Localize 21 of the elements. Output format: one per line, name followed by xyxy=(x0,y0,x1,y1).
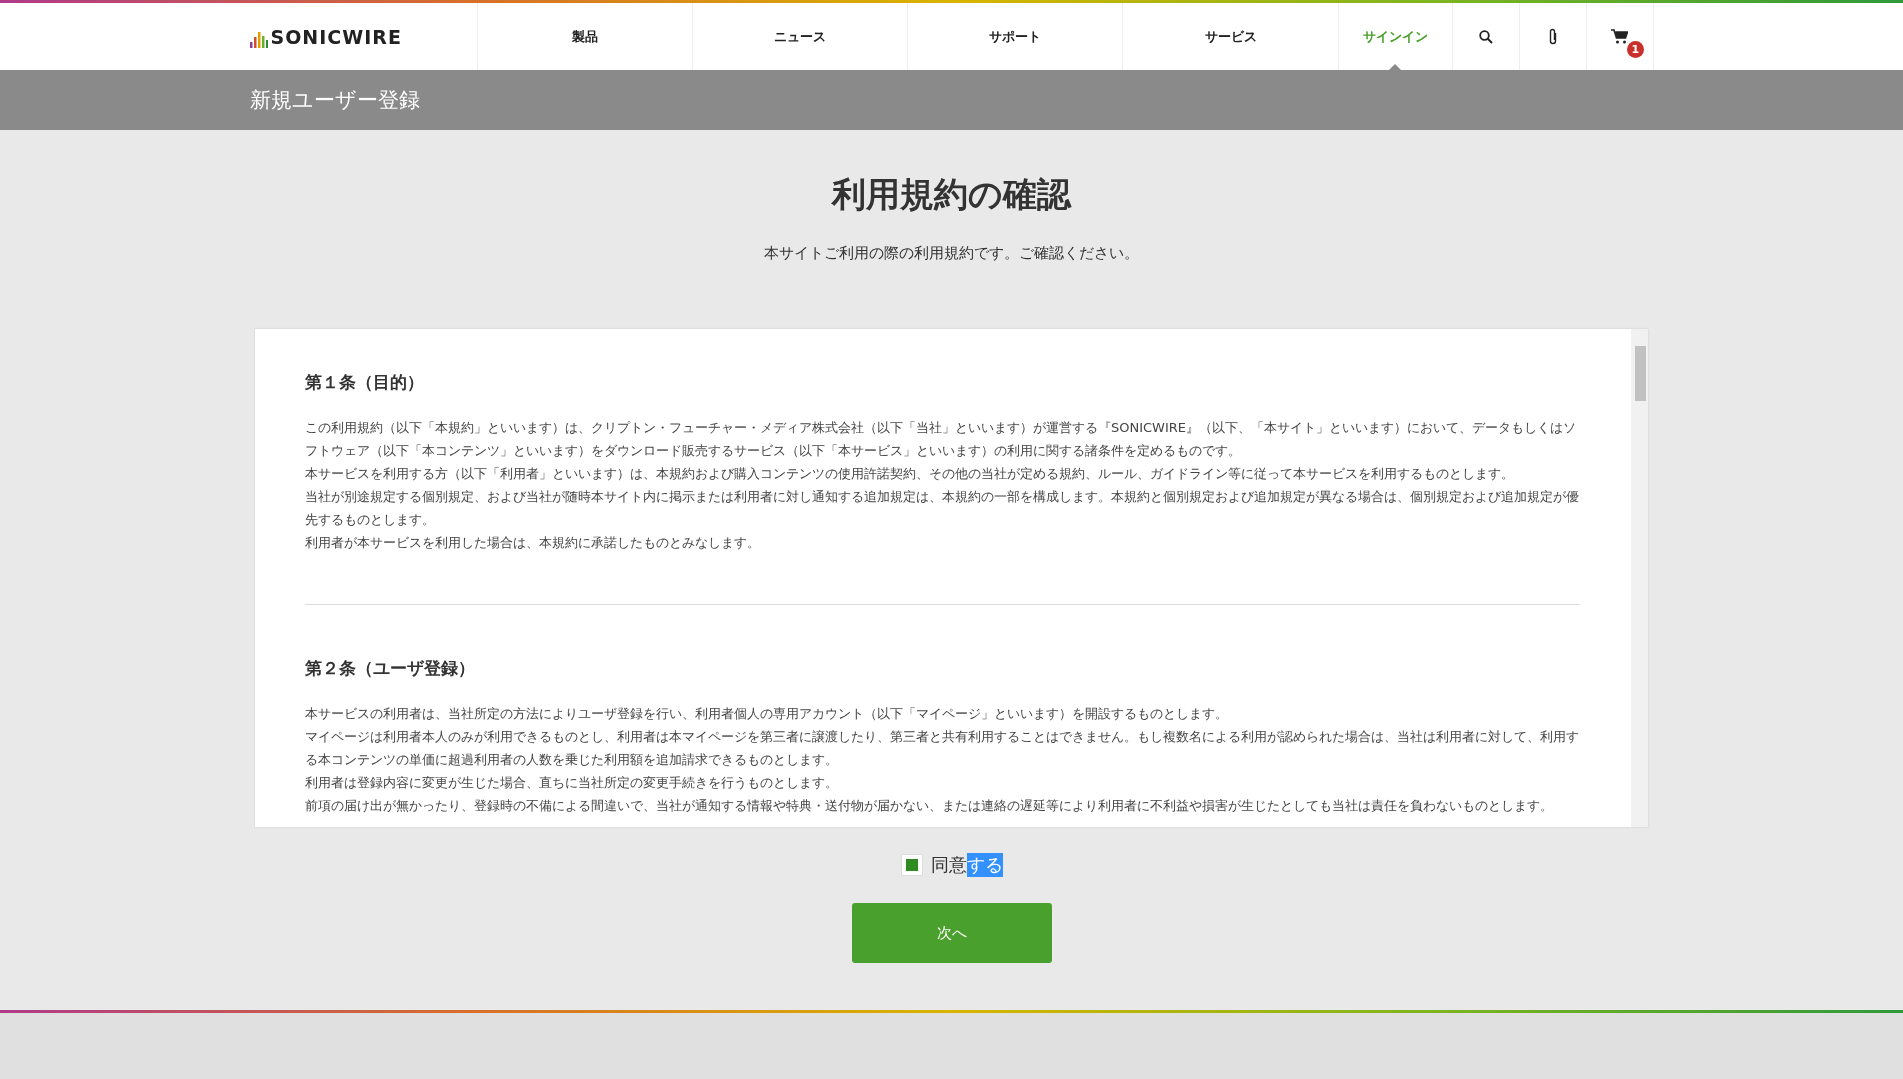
article-text: 本サービスを利用する方（以下「利用者」といいます）は、本規約および購入コンテンツの使用許諾契約、その他の当社が定める規約、ルール、ガイドライン等に従って本サービスを利用するものとします。 xyxy=(305,465,1515,483)
cart-icon xyxy=(1611,29,1629,44)
bars-icon xyxy=(249,31,268,48)
article-text: 利用者は登録内容に変更が生じた場合、直ちに当社所定の変更手続きを行うものとします。 xyxy=(305,774,839,792)
article-text: 当社が別途規定する個別規定、および当社が随時本サイト内に掲示または利用者に対し通知する追加規定は、本規約の一部を構成します。本規約と個別規定および追加規定が異なる場合は、個別規定および追加規定が優先するものとします。 xyxy=(305,488,1580,529)
page-title: 新規ユーザー登録 xyxy=(249,87,420,114)
lead-text: 本サイトご利用の際の利用規約です。ご確認ください。 xyxy=(764,244,1139,263)
agree-checkbox[interactable] xyxy=(900,854,923,876)
cart-count-badge: 1 xyxy=(1626,41,1644,58)
scrollbar[interactable] xyxy=(1631,329,1648,827)
article-text: 利用者が本サービスを利用した場合は、本規約に承諾したものとみなします。 xyxy=(305,534,761,552)
article-title: 第２条（ユーザ登録） xyxy=(305,657,476,680)
article-text: この利用規約（以下「本規約」といいます）は、クリプトン・フューチャー・メディア株式会社（以下「当社」といいます）が運営する『SONICWIRE』（以下、「本サイト」といいます）において、データもしくはソフトウェア（以下「本コンテンツ」といいます）をダウンロード販売するサービス（以下「本サービス」といいます）の利用に関する諸条件を定めるものです。 xyxy=(305,419,1578,460)
logo[interactable]: SONICWIRE xyxy=(249,25,402,48)
search-icon xyxy=(1479,29,1494,44)
article-title: 第１条（目的） xyxy=(305,371,425,394)
paperclip-icon xyxy=(1547,27,1558,46)
article-text: マイページは利用者本人のみが利用できるものとし、利用者は本マイページを第三者に譲渡したり、第三者と共有利用することはできません。もし複数名による利用が認められた場合は、当社は利用者に対して、利用する本コンテンツの単価に超過利用者の人数を乗じた利用額を追加請求できるものとします。 xyxy=(305,728,1580,769)
heading: 利用規約の確認 xyxy=(832,173,1071,216)
article-text: 本サービスの利用者は、当社所定の方法によりユーザ登録を行い、利用者個人の専用アカウント（以下「マイページ」といいます）を開設するものとします。 xyxy=(305,705,1229,723)
article-text: 前項の届け出が無かったり、登録時の不備による間違いで、当社が通知する情報や特典・送付物が届かない、または連絡の遅延等により利用者に不利益や損害が生じたとしても当社は責任を負わないものとします。 xyxy=(305,797,1554,815)
